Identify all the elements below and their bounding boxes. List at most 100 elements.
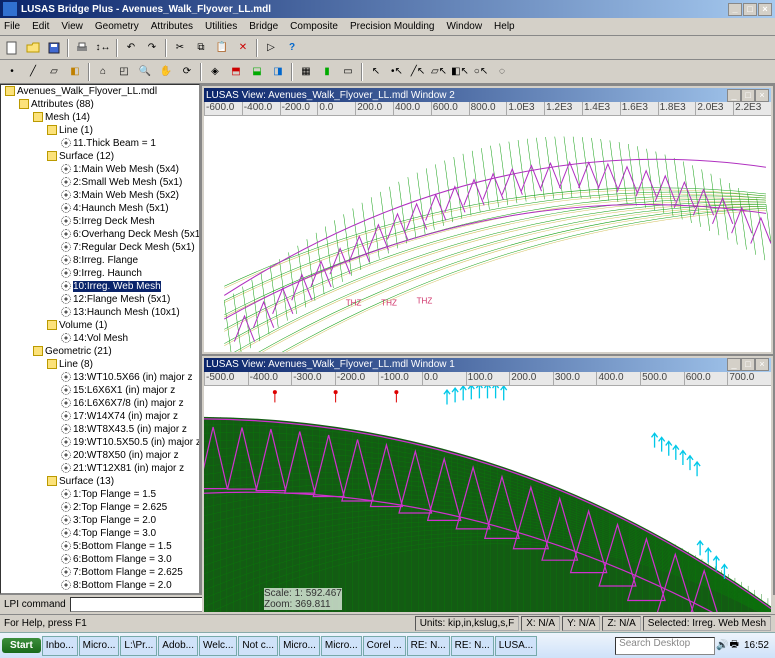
taskbar-item[interactable]: RE: N...	[407, 636, 450, 656]
start-button[interactable]: Start	[2, 638, 41, 653]
rotate-icon[interactable]: ⟳	[177, 62, 197, 82]
view-xy-icon[interactable]: ⬒	[226, 62, 246, 82]
taskbar-item[interactable]: Micro...	[279, 636, 320, 656]
tree-item[interactable]: 8:Bottom Flange = 2.0	[59, 579, 191, 592]
tree-item[interactable]: 6:Overhang Deck Mesh (5x1)	[59, 228, 191, 241]
tree-item[interactable]: 9:Irreg. Haunch	[59, 267, 191, 280]
tree-item[interactable]: 9:Web=1.25	[59, 592, 191, 594]
menu-bridge[interactable]: Bridge	[249, 21, 278, 32]
undo-icon[interactable]: ↶	[121, 38, 141, 58]
tree-item[interactable]: 1:Top Flange = 1.5	[59, 488, 191, 501]
redo-icon[interactable]: ↷	[142, 38, 162, 58]
new-icon[interactable]	[2, 38, 22, 58]
model-tree-panel[interactable]: Avenues_Walk_Flyover_LL.mdl Attributes (…	[0, 84, 200, 594]
delete-icon[interactable]: ✕	[233, 38, 253, 58]
tree-item[interactable]: 21:WT12X81 (in) major z	[59, 462, 191, 475]
view2-max-button[interactable]: □	[741, 89, 755, 102]
line-tool-icon[interactable]: ╱	[23, 62, 43, 82]
tree-item[interactable]: 10:Irreg. Web Mesh	[59, 280, 191, 293]
zoom-window-icon[interactable]: ◰	[114, 62, 134, 82]
select-surf-icon[interactable]: ▱↖	[429, 62, 449, 82]
view1-max-button[interactable]: □	[741, 358, 755, 371]
surface-tool-icon[interactable]: ▱	[44, 62, 64, 82]
tray-printer-icon[interactable]: 🖶	[730, 637, 739, 654]
tree-item[interactable]: 19:WT10.5X50.5 (in) major z	[59, 436, 191, 449]
menu-geometry[interactable]: Geometry	[95, 21, 139, 32]
menu-utilities[interactable]: Utilities	[205, 21, 237, 32]
desktop-search[interactable]: Search Desktop	[615, 637, 715, 655]
tree-item[interactable]: 4:Top Flange = 3.0	[59, 527, 191, 540]
taskbar-item[interactable]: L:\Pr...	[120, 636, 157, 656]
open-icon[interactable]	[23, 38, 43, 58]
tree-item[interactable]: 16:L6X6X7/8 (in) major z	[59, 397, 191, 410]
tree-item[interactable]: 2:Top Flange = 2.625	[59, 501, 191, 514]
arrows-icon[interactable]: ↕↔	[93, 38, 113, 58]
taskbar-item[interactable]: Inbo...	[42, 636, 78, 656]
tree-item[interactable]: 13:Haunch Mesh (10x1)	[59, 306, 191, 319]
save-icon[interactable]	[44, 38, 64, 58]
taskbar-item[interactable]: Micro...	[79, 636, 120, 656]
select-point-icon[interactable]: •↖	[387, 62, 407, 82]
zoom-in-icon[interactable]: 🔍	[135, 62, 155, 82]
tree-item[interactable]: 6:Bottom Flange = 3.0	[59, 553, 191, 566]
cursor-icon[interactable]: ↖	[366, 62, 386, 82]
tree-item[interactable]: 7:Regular Deck Mesh (5x1)	[59, 241, 191, 254]
tree-item[interactable]: 3:Top Flange = 2.0	[59, 514, 191, 527]
menu-composite[interactable]: Composite	[290, 21, 338, 32]
props-icon[interactable]: ▷	[261, 38, 281, 58]
taskbar-item[interactable]: Corel ...	[363, 636, 406, 656]
tree-item[interactable]: 1:Main Web Mesh (5x4)	[59, 163, 191, 176]
copy-icon[interactable]: ⧉	[191, 38, 211, 58]
menu-edit[interactable]: Edit	[32, 21, 49, 32]
tree-item[interactable]: 18:WT8X43.5 (in) major z	[59, 423, 191, 436]
view2-canvas[interactable]: THZ THZ THZ	[204, 116, 771, 352]
menu-precision[interactable]: Precision Moulding	[350, 21, 435, 32]
view-window-2[interactable]: LUSAS View: Avenues_Walk_Flyover_LL.mdl …	[202, 86, 773, 354]
minimize-button[interactable]: _	[728, 3, 742, 16]
view1-canvas[interactable]: Scale: 1: 592.467Zoom: 369.811	[204, 386, 771, 612]
taskbar-item[interactable]: Micro...	[321, 636, 362, 656]
paste-icon[interactable]: 📋	[212, 38, 232, 58]
point-tool-icon[interactable]: •	[2, 62, 22, 82]
view1-close-button[interactable]: ×	[755, 358, 769, 371]
render-icon[interactable]: ▮	[317, 62, 337, 82]
view-yz-icon[interactable]: ◨	[268, 62, 288, 82]
tree-item[interactable]: 5:Bottom Flange = 1.5	[59, 540, 191, 553]
view2-min-button[interactable]: _	[727, 89, 741, 102]
select-node-icon[interactable]: ○↖	[471, 62, 491, 82]
tree-item[interactable]: 12:Flange Mesh (5x1)	[59, 293, 191, 306]
cut-icon[interactable]: ✂	[170, 38, 190, 58]
lasso-icon[interactable]: ◌	[492, 62, 512, 82]
print-icon[interactable]	[72, 38, 92, 58]
menu-help[interactable]: Help	[494, 21, 515, 32]
select-line-icon[interactable]: ╱↖	[408, 62, 428, 82]
taskbar-item[interactable]: Adob...	[158, 636, 198, 656]
help-icon[interactable]: ?	[282, 38, 302, 58]
menu-file[interactable]: File	[4, 21, 20, 32]
view1-min-button[interactable]: _	[727, 358, 741, 371]
view-iso-icon[interactable]: ◈	[205, 62, 225, 82]
tree-item[interactable]: 8:Irreg. Flange	[59, 254, 191, 267]
close-button[interactable]: ×	[758, 3, 772, 16]
tree-item[interactable]: 15:L6X6X1 (in) major z	[59, 384, 191, 397]
view-window-1[interactable]: LUSAS View: Avenues_Walk_Flyover_LL.mdl …	[202, 356, 773, 614]
zoom-fit-icon[interactable]: ⌂	[93, 62, 113, 82]
view2-close-button[interactable]: ×	[755, 89, 769, 102]
tree-item[interactable]: 7:Bottom Flange = 2.625	[59, 566, 191, 579]
volume-tool-icon[interactable]: ◧	[65, 62, 85, 82]
tree-item[interactable]: 3:Main Web Mesh (5x2)	[59, 189, 191, 202]
taskbar-item[interactable]: RE: N...	[451, 636, 494, 656]
pan-icon[interactable]: ✋	[156, 62, 176, 82]
tree-item[interactable]: 17:W14X74 (in) major z	[59, 410, 191, 423]
menu-attributes[interactable]: Attributes	[151, 21, 193, 32]
tree-item[interactable]: 13:WT10.5X66 (in) major z	[59, 371, 191, 384]
taskbar-item[interactable]: Not c...	[238, 636, 278, 656]
wireframe-icon[interactable]: ▭	[338, 62, 358, 82]
tree-item[interactable]: 2:Small Web Mesh (5x1)	[59, 176, 191, 189]
maximize-button[interactable]: □	[743, 3, 757, 16]
tree-item[interactable]: 5:Irreg Deck Mesh	[59, 215, 191, 228]
taskbar-item[interactable]: Welc...	[199, 636, 237, 656]
tree-item[interactable]: 20:WT8X50 (in) major z	[59, 449, 191, 462]
select-vol-icon[interactable]: ◧↖	[450, 62, 470, 82]
taskbar-item[interactable]: LUSA...	[495, 636, 537, 656]
